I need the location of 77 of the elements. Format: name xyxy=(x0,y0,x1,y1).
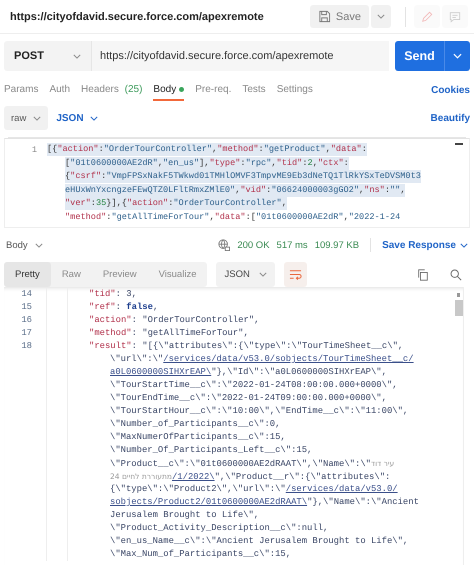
code-line: \"MaxNumerOfParticipants__c\":15, xyxy=(110,431,286,444)
line-number: 14 xyxy=(21,289,32,299)
view-tab[interactable]: Pretty xyxy=(4,262,51,287)
request-tab[interactable]: Tests xyxy=(242,79,266,101)
code-line: \"TourStartTime__c\":\"2022-01-24T08:00:00.000+0000\", xyxy=(110,379,398,392)
scrollbar-thumb[interactable] xyxy=(455,143,463,145)
wrap-lines-icon xyxy=(288,268,302,281)
code-line: \"Number_Of_Participants_Left__c\":15, xyxy=(110,444,312,457)
chevron-down-icon xyxy=(33,116,42,120)
view-tab[interactable]: Preview xyxy=(92,262,148,287)
chevron-down-icon xyxy=(460,242,468,248)
code-line: \"Product_Activity_Description__c\":null, xyxy=(110,522,328,535)
code-line: a0L0600000SIHXrEAP\"},\"Id\":\"a0L0600000SIHXrEAP\", xyxy=(110,366,387,379)
request-tab[interactable]: Settings xyxy=(276,79,313,101)
wrap-lines-button[interactable] xyxy=(284,262,307,287)
response-time: 517 ms xyxy=(276,240,308,250)
url-field[interactable]: https://cityofdavid.secure.force.com/apexremote xyxy=(91,41,389,71)
response-size: 109.97 KB xyxy=(314,240,360,250)
request-body-editor[interactable] xyxy=(4,138,470,228)
code-line: \"url\":\"/services/data/v53.0/sobjects/TourTimeSheet__c/ xyxy=(110,353,414,366)
code-line: "ref": false, xyxy=(89,301,158,314)
search-icon xyxy=(450,268,462,280)
cookies-link[interactable]: Cookies xyxy=(431,84,470,96)
save-options-button[interactable] xyxy=(371,5,391,28)
chevron-down-icon xyxy=(453,53,462,59)
line-number: 17 xyxy=(21,328,32,338)
send-button-group[interactable]: Send xyxy=(395,41,470,71)
response-format-dropdown[interactable]: JSON xyxy=(216,262,275,287)
code-line: \"en_us_Name__c\":\"Ancient Jerusalem Brought to Life\", xyxy=(110,535,408,548)
code-line: \"TourStartHour__c\":\"10:00\",\"EndTime__c\":\"11:00\", xyxy=(110,405,408,418)
request-tab[interactable]: Params xyxy=(4,79,38,101)
code-line: \"Max_Num_of_Participants__c\":15, xyxy=(110,548,292,561)
method-dropdown[interactable]: POST xyxy=(4,41,91,71)
code-line: sobjects/Product2/01t0600000AE2dRAAT\"},\"Name\":\"Ancient xyxy=(110,496,419,509)
response-section-dropdown[interactable]: Body xyxy=(6,240,43,250)
code-line: "method":"getAllTimeForTour","data":["01t0600000AE2dR","2022-1-24 xyxy=(65,210,400,224)
code-line: "action": "OrderTourController", xyxy=(89,314,260,327)
url-link[interactable]: sobjects/Product2/01t0600000AE2dRAAT\ xyxy=(110,497,308,507)
body-type-dropdown[interactable]: raw xyxy=(4,106,48,130)
save-response-dropdown[interactable]: Save Response xyxy=(382,240,468,250)
chevron-down-icon xyxy=(90,116,98,120)
edit-button[interactable] xyxy=(414,5,440,28)
request-title: https://cityofdavid.secure.force.com/apexremote xyxy=(10,10,265,22)
url-link[interactable]: /1/2022\ xyxy=(172,472,215,482)
comment-button[interactable] xyxy=(442,5,468,28)
pencil-icon xyxy=(421,10,433,22)
line-number: 15 xyxy=(21,302,32,312)
copy-icon xyxy=(417,268,429,280)
chevron-down-icon xyxy=(377,14,385,19)
request-tab[interactable]: Pre-req. xyxy=(195,79,232,101)
beautify-link[interactable]: Beautify xyxy=(430,112,470,124)
code-line: "result": "[{\"attributes\":{\"type\":\"TourTimeSheet__c\", xyxy=(89,340,404,353)
globe-lock-icon xyxy=(218,239,230,251)
save-button[interactable]: Save xyxy=(310,5,369,28)
code-line: \"Number_of_Participants__c\":0, xyxy=(110,418,280,431)
code-line: \"TourEndTime__c\":\"2022-01-24T09:00:00.000+0000\", xyxy=(110,392,387,405)
line-number: 1 xyxy=(32,144,37,155)
code-line: Jerusalem Brought to Life\", xyxy=(110,509,260,522)
view-tab[interactable]: Raw xyxy=(50,262,92,287)
line-number: 18 xyxy=(21,341,32,351)
url-link[interactable]: /services/data/v53.0/sobjects/TourTimeSheet__c/ xyxy=(163,354,414,364)
url-link[interactable]: a0L0600000SIHXrEAP\ xyxy=(110,367,212,377)
url-link[interactable]: /services/data/v53.0/ xyxy=(286,484,398,494)
format-dropdown[interactable]: JSON xyxy=(56,112,98,124)
comment-icon xyxy=(449,10,461,22)
code-line: {\"type\":\"Product2\",\"url\":\"/services/data/v53.0/ xyxy=(110,483,398,496)
request-tab[interactable]: Auth xyxy=(49,79,70,101)
line-number: 16 xyxy=(21,315,32,325)
request-tab[interactable]: Headers (25) xyxy=(81,79,142,101)
request-tab[interactable]: Body xyxy=(153,79,184,101)
chevron-down-icon xyxy=(34,242,43,248)
chevron-down-icon xyxy=(258,272,267,277)
status-code: 200 OK xyxy=(237,240,270,250)
chevron-down-icon xyxy=(73,54,81,58)
code-line: "tid": 3, xyxy=(89,288,137,301)
view-tab[interactable]: Visualize xyxy=(148,262,208,287)
code-line: "method": "getAllTimeForTour", xyxy=(89,327,249,340)
